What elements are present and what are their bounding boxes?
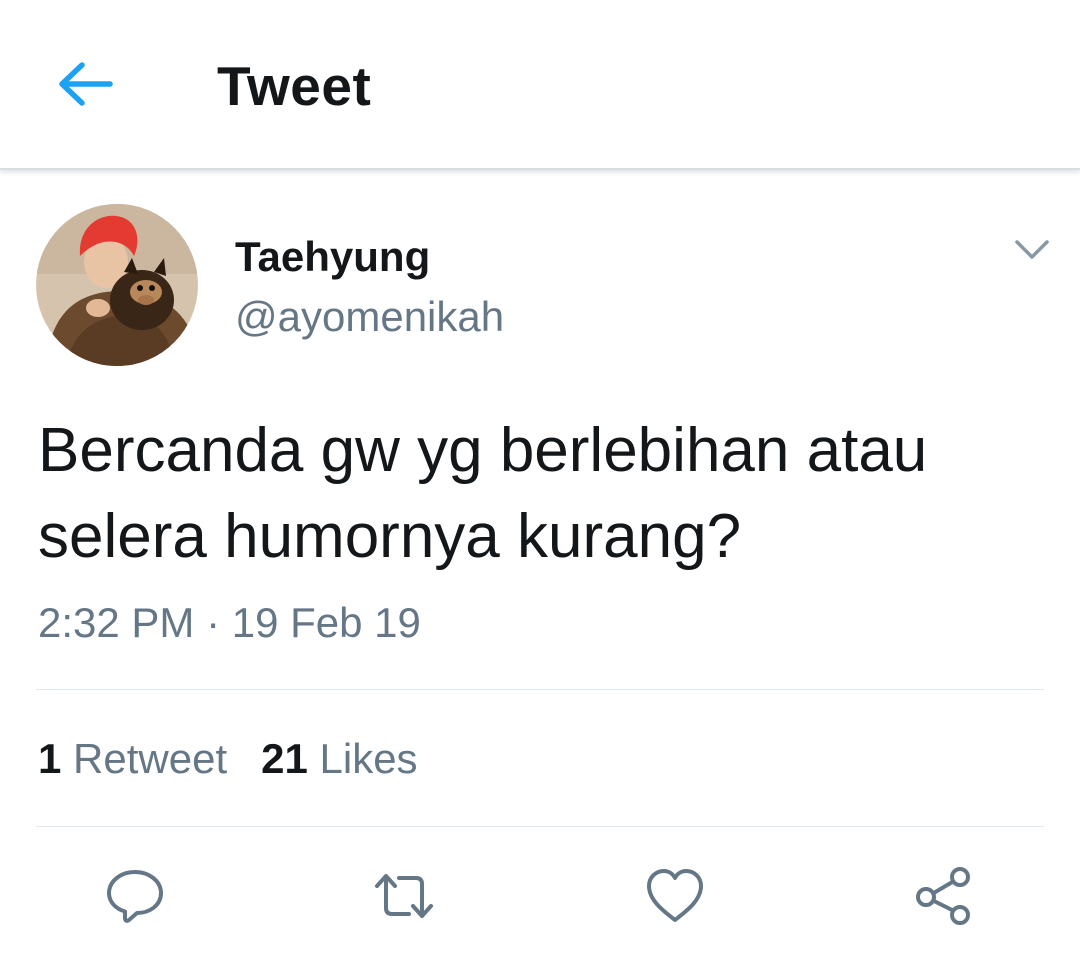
share-nodes-icon — [916, 867, 970, 925]
avatar[interactable] — [36, 204, 198, 366]
like-count: 21 — [261, 735, 308, 782]
retweet-button[interactable] — [372, 864, 436, 928]
like-label: Likes — [319, 735, 418, 782]
tweet-text-line: selera humornya kurang? — [38, 502, 742, 571]
tweet-timestamp: 2:32 PM · 19 Feb 19 — [38, 599, 421, 646]
more-options-button[interactable] — [1010, 230, 1054, 270]
retweet-count-link[interactable]: 1 Retweet — [38, 734, 227, 784]
retweet-arrows-icon — [375, 874, 433, 918]
like-count-link[interactable]: 21 Likes — [261, 734, 417, 784]
divider — [36, 689, 1044, 690]
display-name[interactable]: Taehyung — [235, 232, 430, 282]
retweet-label: Retweet — [73, 735, 228, 782]
like-button[interactable] — [643, 864, 707, 928]
engagement-stats: 1 Retweet 21 Likes — [38, 734, 418, 784]
user-handle[interactable]: @ayomenikah — [235, 292, 504, 342]
profile-photo — [36, 204, 198, 366]
tweet-text: Bercanda gw yg berlebihan atau selera hu… — [38, 408, 1048, 580]
tweet-detail-screen: Tweet Taehyung @ayomenikah Bercanda gw y… — [0, 0, 1080, 974]
heart-icon — [647, 869, 703, 922]
arrow-left-icon — [59, 62, 113, 106]
share-button[interactable] — [912, 864, 976, 928]
page-title: Tweet — [217, 55, 372, 117]
tweet-text-line: Bercanda gw yg berlebihan atau — [38, 416, 928, 485]
top-app-bar: Tweet — [0, 0, 1080, 170]
reply-button[interactable] — [103, 864, 167, 928]
speech-bubble-icon — [107, 870, 163, 923]
back-button[interactable] — [54, 56, 116, 112]
chevron-down-icon — [1015, 240, 1049, 259]
retweet-count: 1 — [38, 735, 62, 782]
divider — [36, 826, 1044, 827]
